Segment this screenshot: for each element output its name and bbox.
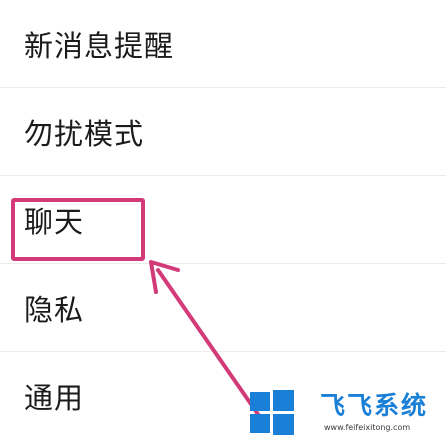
menu-item-label: 通用 <box>24 381 85 415</box>
menu-item-new-message-alerts[interactable]: 新消息提醒 <box>0 0 446 88</box>
menu-item-privacy[interactable]: 隐私 <box>0 264 446 352</box>
menu-item-label: 聊天 <box>24 204 85 239</box>
menu-item-label: 隐私 <box>24 292 85 327</box>
menu-item-label: 新消息提醒 <box>24 28 175 63</box>
menu-item-label: 勿扰模式 <box>24 116 145 151</box>
menu-item-do-not-disturb[interactable]: 勿扰模式 <box>0 88 446 176</box>
menu-item-general[interactable]: 通用 <box>0 352 446 440</box>
menu-item-chat[interactable]: 聊天 <box>0 176 446 264</box>
settings-screen: 新消息提醒 勿扰模式 聊天 隐私 通用 飞飞系统 www.feifeixiton… <box>0 0 446 443</box>
